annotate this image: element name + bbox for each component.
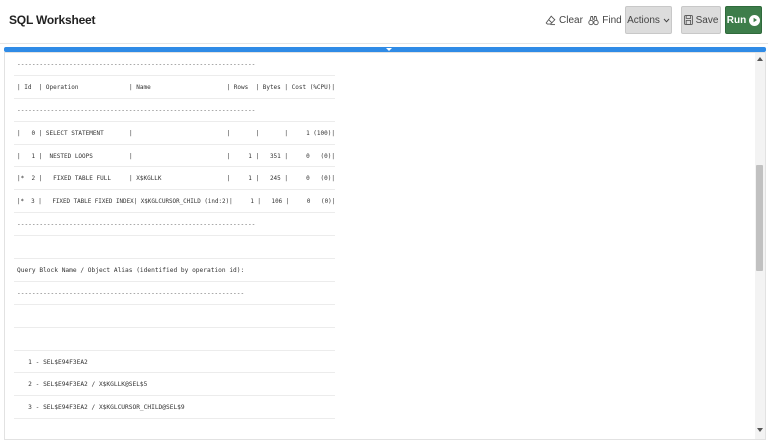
save-icon	[683, 15, 693, 25]
run-button-label: Run	[726, 14, 747, 26]
play-icon	[749, 14, 761, 26]
output-line-text: Query Block Name / Object Alias (identif…	[17, 267, 245, 275]
output-line-text: | Id | Operation | Name | Rows | Bytes |…	[17, 83, 335, 91]
output-line: 2 - SEL$E94F3EA2 / X$KGLLK@SEL$5	[14, 373, 335, 397]
output-line-text: 3 - SEL$E94F3EA2 / X$KGLCURSOR_CHILD@SEL…	[17, 404, 185, 412]
output-line-text: ----------------------------------------…	[17, 289, 245, 297]
output-line: | 0 | SELECT STATEMENT | | | | 1 (100)|	[14, 122, 335, 145]
clear-button[interactable]: Clear	[545, 6, 583, 34]
execution-plan-output: ----------------------------------------…	[14, 53, 336, 439]
page-title: SQL Worksheet	[9, 13, 96, 27]
run-button[interactable]: Run	[725, 6, 762, 34]
scroll-down-icon[interactable]	[757, 428, 763, 432]
output-line: 1 - SEL$E94F3EA2	[14, 351, 335, 374]
output-line	[14, 328, 335, 351]
output-line: |* 2 | FIXED TABLE FULL | X$KGLLK | 1 | …	[14, 167, 335, 191]
output-line: ----------------------------------------…	[14, 282, 335, 305]
output-line-text: ----------------------------------------…	[17, 106, 256, 114]
scrollbar-thumb[interactable]	[756, 165, 763, 271]
splitter-collapse-icon[interactable]	[386, 48, 392, 51]
clear-button-label: Clear	[559, 14, 583, 26]
output-line: |* 3 | FIXED TABLE FIXED INDEX| X$KGLCUR…	[14, 190, 336, 214]
output-line: Query Block Name / Object Alias (identif…	[14, 259, 335, 282]
scroll-up-icon[interactable]	[757, 57, 763, 61]
actions-menu-button[interactable]: Actions	[625, 6, 672, 34]
save-button[interactable]: Save	[681, 6, 721, 34]
eraser-icon	[545, 15, 556, 26]
output-line: ----------------------------------------…	[14, 213, 335, 237]
output-line-text: |* 3 | FIXED TABLE FIXED INDEX| X$KGLCUR…	[17, 198, 336, 206]
vertical-scrollbar[interactable]	[755, 53, 765, 439]
output-line: ----------------------------------------…	[14, 53, 335, 76]
binoculars-icon	[588, 15, 599, 26]
output-line	[14, 236, 335, 260]
output-line-text: | 1 | NESTED LOOPS | | 1 | 351 | 0 (0)|	[17, 152, 335, 160]
chevron-down-icon	[663, 18, 670, 23]
script-output-pane: ----------------------------------------…	[4, 52, 766, 440]
find-button-label: Find	[602, 14, 622, 26]
output-line-text: ----------------------------------------…	[17, 221, 256, 229]
output-line: 3 - SEL$E94F3EA2 / X$KGLCURSOR_CHILD@SEL…	[14, 396, 335, 420]
output-line-text: 2 - SEL$E94F3EA2 / X$KGLLK@SEL$5	[17, 381, 148, 389]
output-line-text: | 0 | SELECT STATEMENT | | | | 1 (100)|	[17, 129, 335, 137]
output-line-text: |* 2 | FIXED TABLE FULL | X$KGLLK | 1 | …	[17, 175, 335, 183]
worksheet-toolbar: SQL Worksheet Clear Find Actions Save Ru…	[0, 0, 768, 44]
output-line-text: ----------------------------------------…	[17, 61, 256, 68]
find-button[interactable]: Find	[588, 6, 622, 34]
actions-button-label: Actions	[627, 14, 660, 26]
output-line: | 1 | NESTED LOOPS | | 1 | 351 | 0 (0)|	[14, 145, 335, 168]
output-line-text: 1 - SEL$E94F3EA2	[17, 358, 88, 366]
output-line	[14, 305, 335, 328]
output-line: | Id | Operation | Name | Rows | Bytes |…	[14, 76, 335, 99]
output-line: ----------------------------------------…	[14, 99, 335, 122]
save-button-label: Save	[695, 14, 719, 26]
sql-worksheet-app: SQL Worksheet Clear Find Actions Save Ru…	[0, 0, 768, 444]
